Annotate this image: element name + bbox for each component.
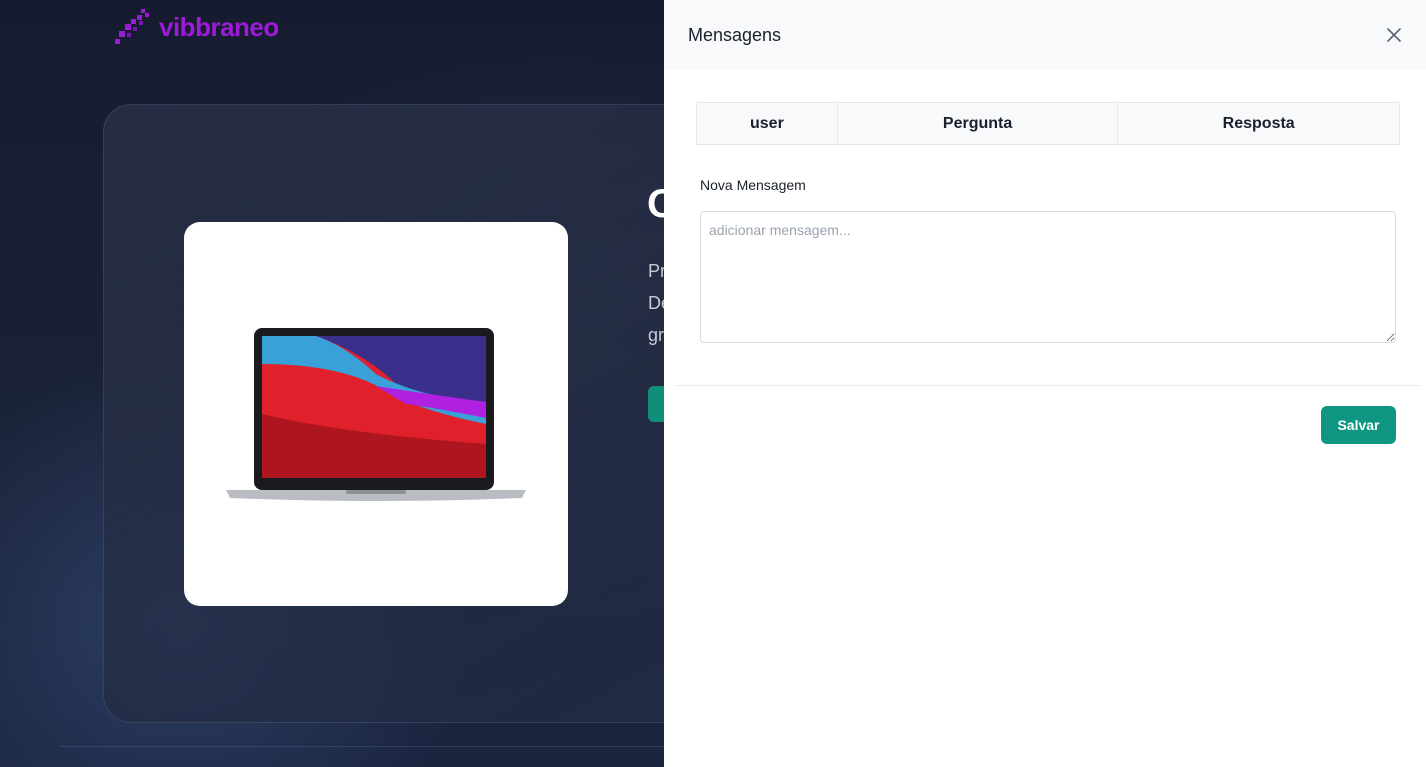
divider	[60, 746, 680, 747]
logo[interactable]: vibbraneo	[115, 8, 279, 46]
messages-table: user Pergunta Resposta	[696, 102, 1400, 145]
product-image	[184, 222, 568, 606]
drawer-header: Mensagens	[664, 0, 1426, 70]
close-button[interactable]	[1382, 23, 1406, 47]
drawer-divider	[676, 385, 1420, 386]
messages-drawer: Mensagens user Pergunta Resposta Nova Me…	[664, 0, 1426, 767]
column-header-pergunta: Pergunta	[836, 102, 1119, 145]
new-message-textarea[interactable]	[700, 211, 1396, 343]
drawer-body: user Pergunta Resposta Nova Mensagem	[664, 70, 1426, 343]
new-message-label: Nova Mensagem	[700, 177, 806, 193]
column-header-user: user	[696, 102, 838, 145]
drawer-title: Mensagens	[688, 24, 782, 45]
laptop-image	[226, 328, 526, 501]
save-button[interactable]: Salvar	[1321, 406, 1396, 444]
column-header-resposta: Resposta	[1117, 102, 1400, 145]
table-header-row: user Pergunta Resposta	[696, 102, 1400, 145]
close-icon	[1387, 28, 1401, 42]
logo-icon	[115, 9, 149, 44]
logo-text: vibbraneo	[159, 11, 279, 42]
